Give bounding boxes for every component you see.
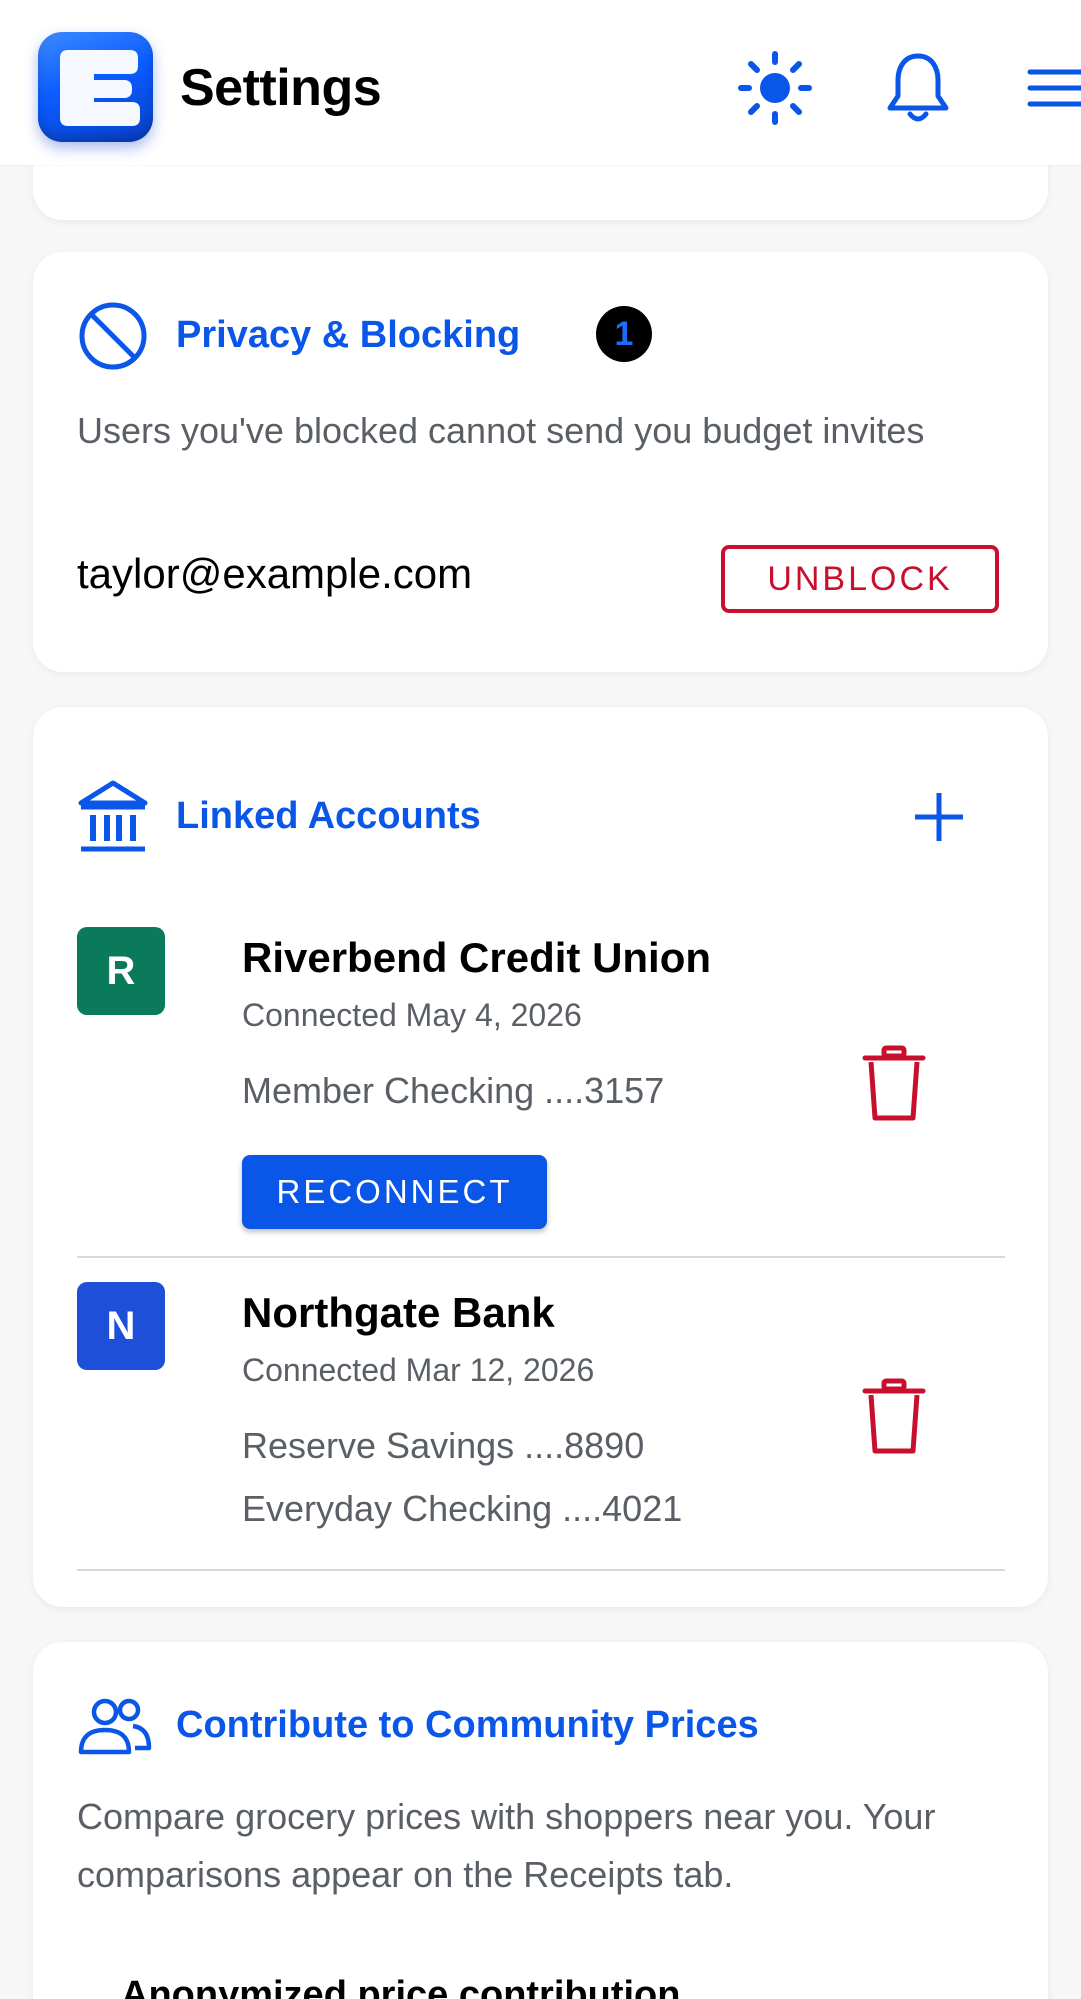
anonymized-contribution-label[interactable]: Anonymized price contribution — [121, 1974, 680, 1999]
add-account-plus-icon[interactable] — [911, 789, 967, 845]
account-divider — [77, 1256, 1005, 1258]
account-avatar-northgate: N — [77, 1282, 165, 1370]
delete-account-trash-icon[interactable] — [859, 1377, 929, 1457]
community-description: Compare grocery prices with shoppers nea… — [77, 1796, 936, 1895]
delete-account-trash-icon[interactable] — [859, 1044, 929, 1124]
account-name: Northgate Bank — [242, 1289, 555, 1336]
unblock-button[interactable]: UNBLOCK — [721, 545, 999, 613]
logo-letter-e-icon — [60, 50, 140, 126]
app-header: Settings — [0, 0, 1081, 165]
menu-icon[interactable] — [1022, 48, 1081, 128]
community-prices-card: Contribute to Community Prices Compare g… — [33, 1642, 1048, 1999]
page-title: Settings — [180, 59, 382, 117]
block-icon — [79, 302, 147, 370]
people-group-icon — [78, 1698, 152, 1755]
account-sub-checking: Everyday Checking ....4021 — [242, 1488, 683, 1529]
account-sub-checking: Member Checking ....3157 — [242, 1070, 665, 1111]
account-connected-date: Connected Mar 12, 2026 — [242, 1352, 595, 1388]
bank-icon — [78, 780, 148, 852]
theme-sun-icon[interactable] — [735, 48, 815, 128]
blocked-count-badge: 1 — [596, 306, 652, 362]
account-divider — [77, 1569, 1005, 1571]
reconnect-button[interactable]: RECONNECT — [242, 1155, 547, 1229]
privacy-blocking-card: Privacy & Blocking 1 Users you've blocke… — [33, 252, 1048, 672]
account-avatar-riverbend: R — [77, 927, 165, 1015]
account-sub-savings: Reserve Savings ....8890 — [242, 1425, 645, 1466]
privacy-description: Users you've blocked cannot send you bud… — [77, 410, 925, 451]
community-title: Contribute to Community Prices — [176, 1704, 759, 1746]
account-connected-date: Connected May 4, 2026 — [242, 997, 582, 1033]
notification-bell-icon[interactable] — [878, 48, 958, 128]
linked-accounts-card: Linked Accounts R Riverbend Credit Union… — [33, 707, 1048, 1607]
blocked-user-email: taylor@example.com — [77, 550, 473, 597]
privacy-title: Privacy & Blocking — [176, 314, 521, 356]
account-name: Riverbend Credit Union — [242, 934, 712, 981]
linked-accounts-title: Linked Accounts — [176, 795, 481, 837]
app-logo[interactable] — [38, 32, 153, 142]
